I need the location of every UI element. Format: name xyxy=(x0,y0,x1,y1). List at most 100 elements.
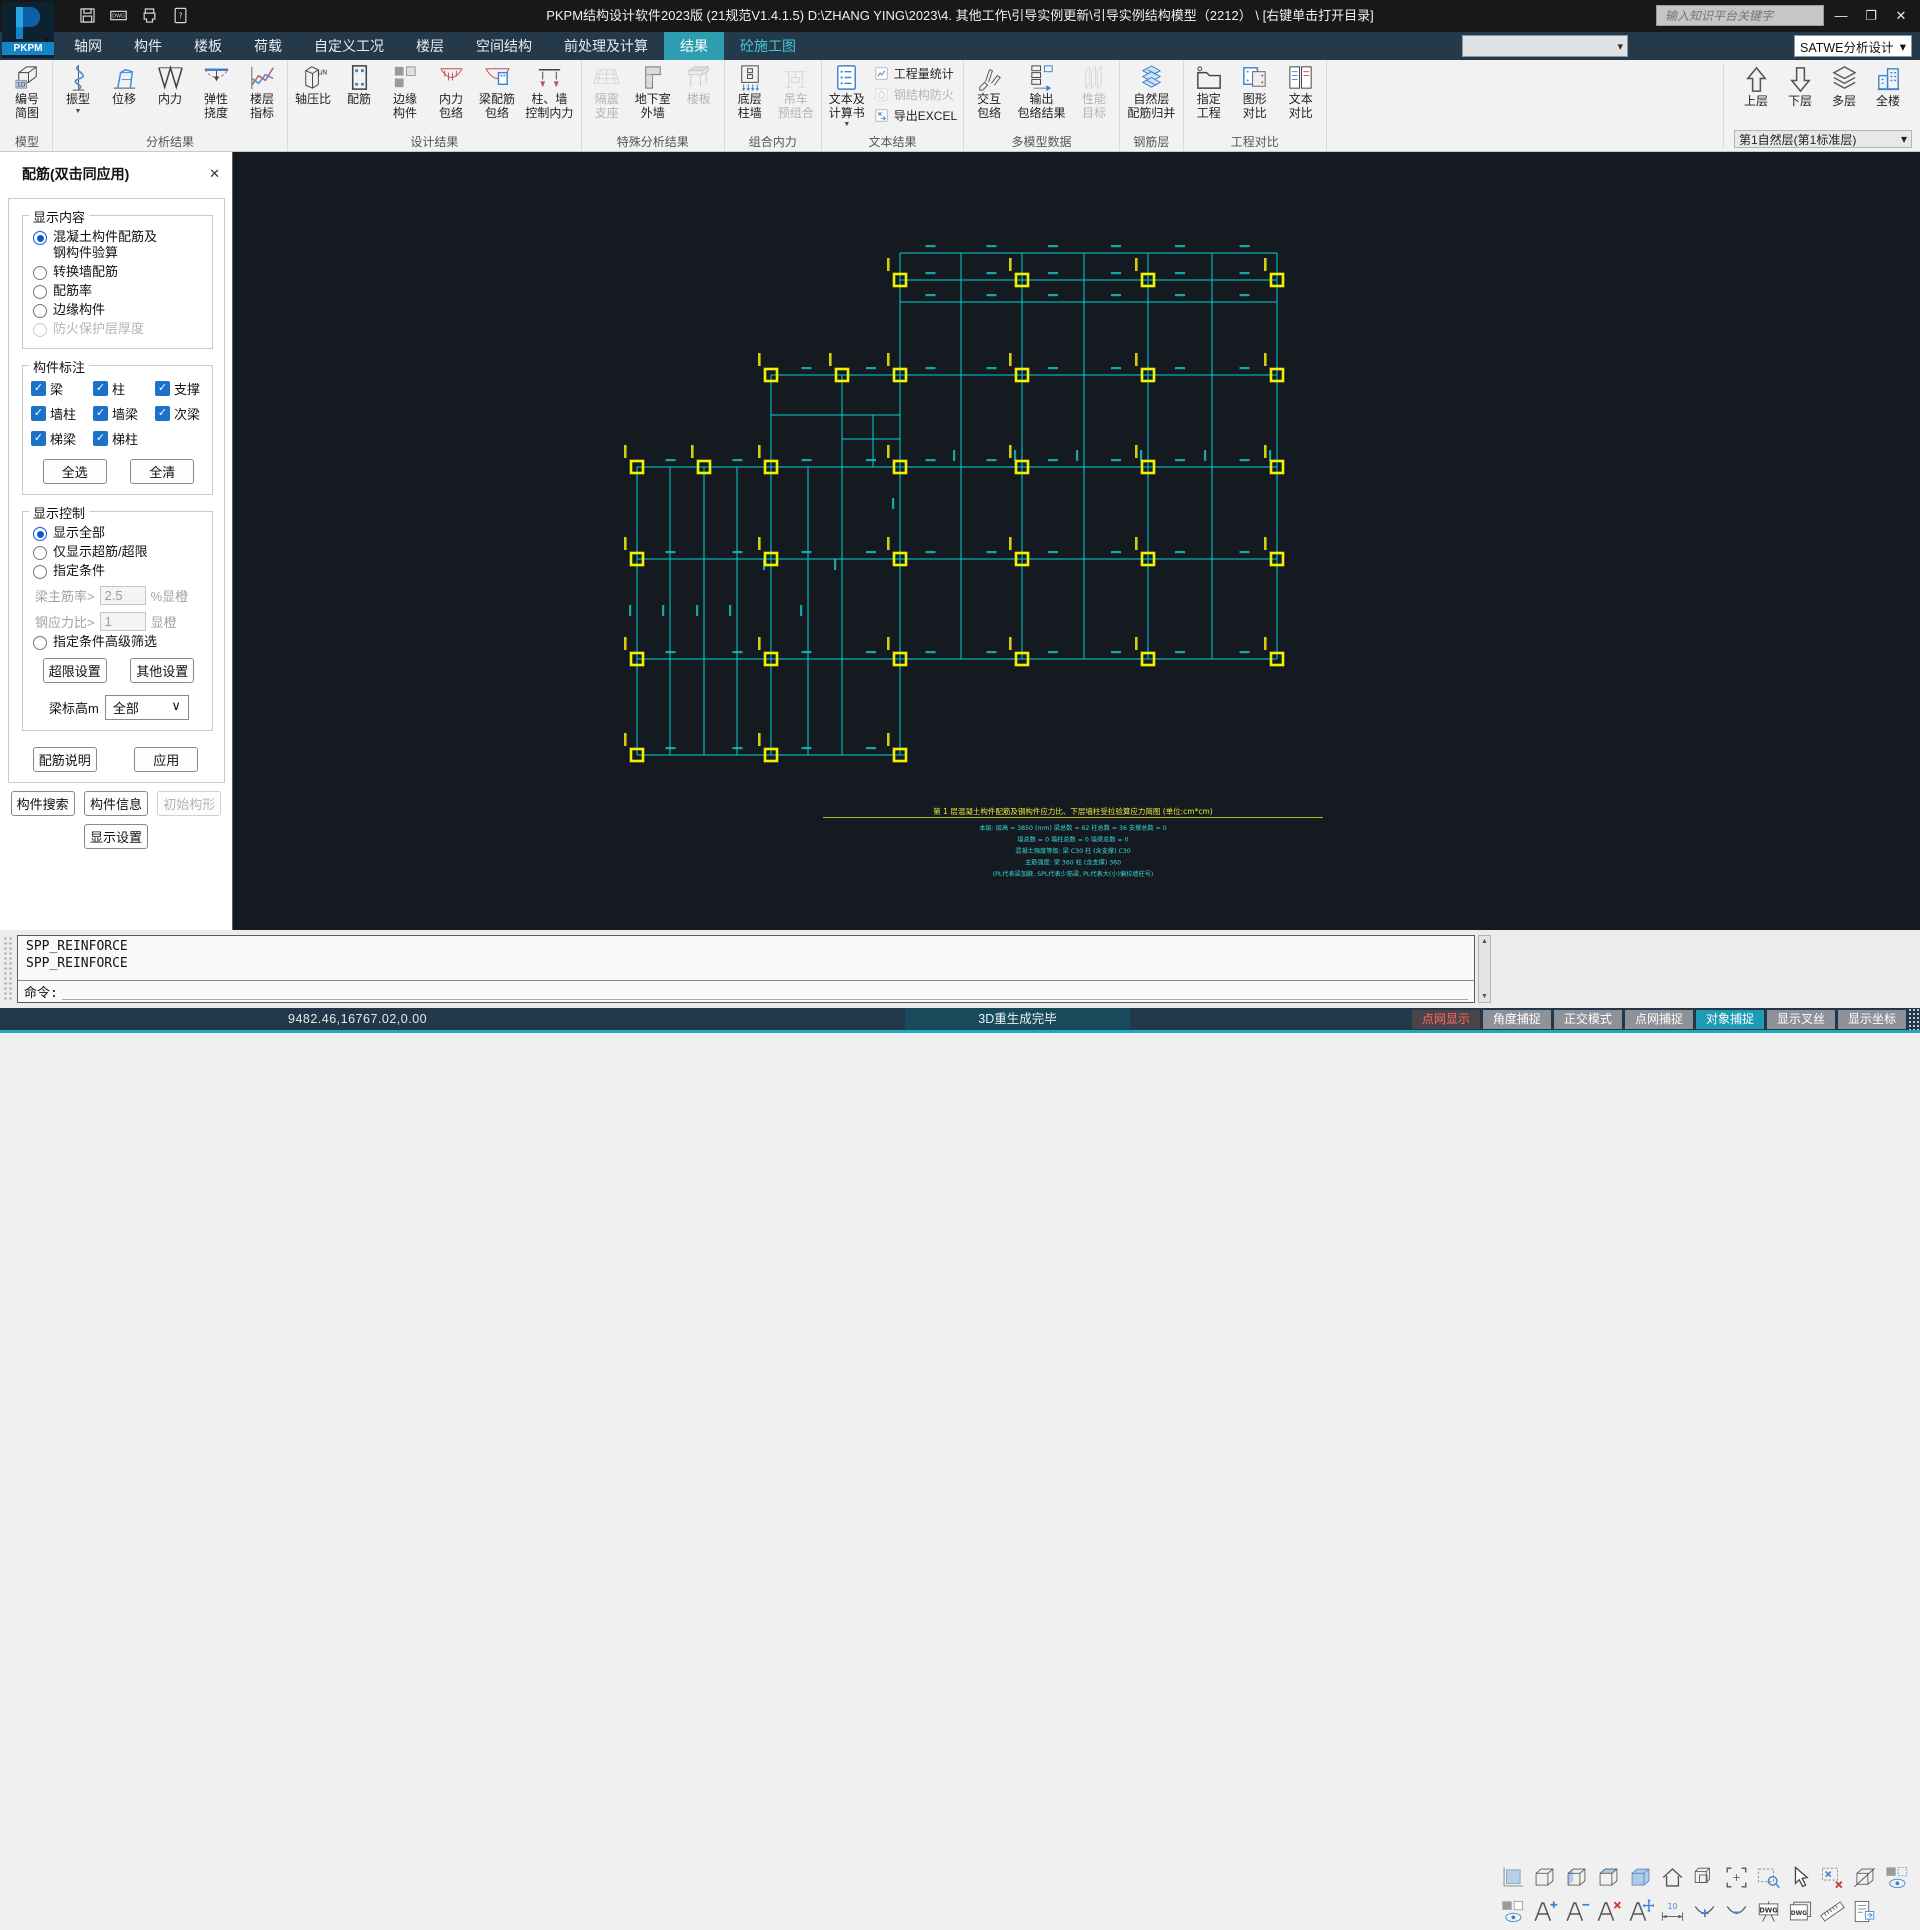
ribbon-button-导出EXCEL[interactable]: 导出EXCEL xyxy=(874,107,957,124)
button-应用[interactable]: 应用 xyxy=(134,747,199,772)
radio-display-control-2[interactable]: 仅显示超筋/超限 xyxy=(31,544,208,560)
menu-tab-7[interactable]: 空间结构 xyxy=(460,32,548,60)
radio-display-content-2[interactable]: 转换墙配筋 xyxy=(31,264,208,280)
report-export-icon[interactable] xyxy=(1850,1896,1879,1927)
section-view-icon[interactable] xyxy=(1850,1862,1879,1893)
ribbon-button-交互包络[interactable]: 交互 包络 xyxy=(966,60,1012,120)
checkbox-支撑[interactable]: ✓ 支撑 xyxy=(155,379,217,398)
radio-display-control-3[interactable]: 指定条件 xyxy=(31,563,208,579)
checkbox-次梁[interactable]: ✓ 次梁 xyxy=(155,404,217,423)
menu-tab-8[interactable]: 前处理及计算 xyxy=(548,32,664,60)
knowledge-search-input[interactable] xyxy=(1656,5,1824,26)
toggle-正交模式[interactable]: 正交模式 xyxy=(1553,1009,1622,1029)
ribbon-button-配筋[interactable]: 配筋 xyxy=(336,60,382,107)
checkbox-柱[interactable]: ✓ 柱 xyxy=(93,379,155,398)
restore-icon[interactable]: ❐ xyxy=(1858,4,1884,28)
ribbon-button-弹性挠度[interactable]: 弹性 挠度 xyxy=(193,60,239,120)
ribbon-button-图形对比[interactable]: 图形 对比 xyxy=(1232,60,1278,120)
close-window-icon[interactable]: ✕ xyxy=(1888,4,1914,28)
ribbon-button-地下室外墙[interactable]: 地下室 外墙 xyxy=(630,60,676,120)
menu-tab-1[interactable]: 轴网 xyxy=(58,32,118,60)
menu-tab-2[interactable]: 构件 xyxy=(118,32,178,60)
ribbon-button-底层柱墙[interactable]: 底层 柱墙 xyxy=(727,60,773,120)
radio-display-content-3[interactable]: 配筋率 xyxy=(31,283,208,299)
ribbon-button-楼层指标[interactable]: 楼层 指标 xyxy=(239,60,285,120)
minimize-icon[interactable]: — xyxy=(1828,4,1854,28)
command-input[interactable] xyxy=(61,983,1468,1000)
axonometric-view-icon[interactable] xyxy=(1530,1862,1559,1893)
ribbon-button-工程量统计[interactable]: 工程量统计 xyxy=(874,65,957,82)
scroll-up-icon[interactable]: ▲ xyxy=(1481,938,1488,945)
ribbon-button-轴压比[interactable]: μN 轴压比 xyxy=(290,60,336,107)
menu-tab-5[interactable]: 自定义工况 xyxy=(298,32,400,60)
project-selector[interactable]: ▾ xyxy=(1462,35,1628,57)
curve-scale-down-icon[interactable] xyxy=(1722,1896,1751,1927)
menu-tab-9[interactable]: 结果 xyxy=(664,32,724,60)
close-panel-icon[interactable]: ✕ xyxy=(209,166,220,182)
ribbon-button-位移[interactable]: 位移 xyxy=(101,60,147,107)
drawing-canvas[interactable]: 第 1 层混凝土构件配筋及钢构件应力比、下层墙柱受拉验算应力简图 (单位:cm*… xyxy=(233,152,1920,930)
zoom-extents-icon[interactable] xyxy=(1722,1862,1751,1893)
toggle-点网显示[interactable]: 点网显示 xyxy=(1411,1009,1480,1029)
text-delete-icon[interactable] xyxy=(1594,1896,1623,1927)
ribbon-button-自然层配筋归并[interactable]: 自然层 配筋归并 xyxy=(1122,60,1181,120)
axonometric-top-view-icon[interactable] xyxy=(1594,1862,1623,1893)
cancel-selection-icon[interactable] xyxy=(1818,1862,1847,1893)
toggle-显示坐标[interactable]: 显示坐标 xyxy=(1837,1009,1906,1029)
radio-display-control-1[interactable]: 显示全部 xyxy=(31,525,208,541)
batch-export-dwg-icon[interactable]: DWG xyxy=(1786,1896,1815,1927)
command-grip[interactable] xyxy=(3,936,13,1002)
nav-button-下层[interactable]: 下层 xyxy=(1778,62,1822,109)
button-构件搜索[interactable]: 构件搜索 xyxy=(10,791,75,816)
toggle-对象捕捉[interactable]: 对象捕捉 xyxy=(1695,1009,1764,1029)
checkbox-墙柱[interactable]: ✓ 墙柱 xyxy=(31,404,93,423)
show-selected-icon[interactable] xyxy=(1882,1862,1911,1893)
menu-tab-4[interactable]: 荷载 xyxy=(238,32,298,60)
toggle-角度捕捉[interactable]: 角度捕捉 xyxy=(1482,1009,1551,1029)
select-cursor-icon[interactable] xyxy=(1786,1862,1815,1893)
curve-scale-up-icon[interactable] xyxy=(1690,1896,1719,1927)
beam-elevation-select[interactable]: 全部 ∨ xyxy=(104,695,189,720)
resize-grip[interactable] xyxy=(1908,1008,1920,1030)
menu-tab-10[interactable]: 砼施工图 xyxy=(724,32,812,60)
ribbon-button-振型[interactable]: 振型 ▼ xyxy=(55,60,101,115)
toggle-点网捕捉[interactable]: 点网捕捉 xyxy=(1624,1009,1693,1029)
checkbox-墙梁[interactable]: ✓ 墙梁 xyxy=(93,404,155,423)
field-input[interactable]: 1 xyxy=(99,612,146,631)
ribbon-button-内力[interactable]: 内力 xyxy=(147,60,193,107)
floor-selector[interactable]: 第1自然层(第1标准层) ▾ xyxy=(1734,130,1912,148)
nav-button-多层[interactable]: 多层 xyxy=(1822,62,1866,109)
nav-button-全楼[interactable]: 全楼 xyxy=(1866,62,1910,109)
text-smaller-icon[interactable] xyxy=(1562,1896,1591,1927)
module-selector[interactable]: SATWE分析设计 ▾ xyxy=(1794,35,1912,57)
export-dwg-icon[interactable]: DWG xyxy=(1754,1896,1783,1927)
plan-view-icon[interactable] xyxy=(1498,1862,1527,1893)
ribbon-button-指定工程[interactable]: 指定 工程 xyxy=(1186,60,1232,120)
scroll-down-icon[interactable]: ▼ xyxy=(1481,993,1488,1000)
button-超限设置[interactable]: 超限设置 xyxy=(42,658,107,683)
ribbon-button-文本对比[interactable]: 文本 对比 xyxy=(1278,60,1324,120)
pkpm-logo[interactable]: ▼ PKPM xyxy=(2,2,54,58)
ribbon-button-输出包络结果[interactable]: 输出 包络结果 xyxy=(1012,60,1071,120)
checkbox-梁[interactable]: ✓ 梁 xyxy=(31,379,93,398)
ribbon-button-编号简图[interactable]: 1D 编号 简图 xyxy=(4,60,50,120)
button-显示设置[interactable]: 显示设置 xyxy=(84,824,148,849)
measure-icon[interactable] xyxy=(1818,1896,1847,1927)
radio-display-content-4[interactable]: 边缘构件 xyxy=(31,302,208,318)
menu-tab-6[interactable]: 楼层 xyxy=(400,32,460,60)
axonometric-solid-view-icon[interactable] xyxy=(1626,1862,1655,1893)
text-move-icon[interactable] xyxy=(1626,1896,1655,1927)
text-larger-icon[interactable] xyxy=(1530,1896,1559,1927)
ribbon-button-内力包络[interactable]: 内力 包络 xyxy=(428,60,474,120)
rotate-view-icon[interactable] xyxy=(1690,1862,1719,1893)
ribbon-button-边缘构件[interactable]: 边缘 构件 xyxy=(382,60,428,120)
checkbox-梯柱[interactable]: ✓ 梯柱 xyxy=(93,429,155,448)
radio-display-content-1[interactable]: 混凝土构件配筋及 钢构件验算 xyxy=(31,229,208,261)
zoom-window-icon[interactable] xyxy=(1754,1862,1783,1893)
button-全选[interactable]: 全选 xyxy=(42,459,107,484)
axonometric-left-view-icon[interactable] xyxy=(1562,1862,1591,1893)
home-view-icon[interactable] xyxy=(1658,1862,1687,1893)
button-配筋说明[interactable]: 配筋说明 xyxy=(32,747,97,772)
command-scrollbar[interactable]: ▲ ▼ xyxy=(1478,935,1491,1003)
dimension-icon[interactable]: 10 xyxy=(1658,1896,1687,1927)
